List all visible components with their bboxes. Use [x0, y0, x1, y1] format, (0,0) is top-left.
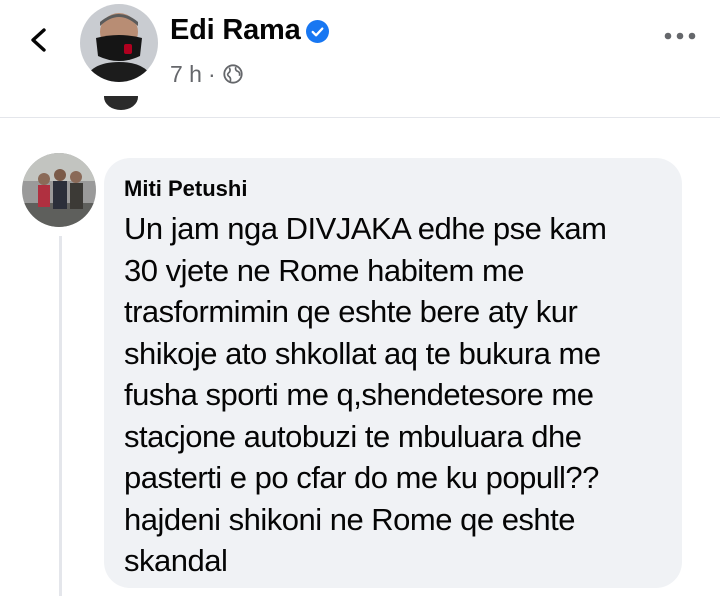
globe-icon — [223, 64, 243, 84]
clipped-reply-text — [152, 96, 512, 109]
post-comment-screen: Edi Rama 7 h · Miti Petushi Un jam nga D… — [0, 0, 720, 596]
more-dots-icon — [664, 32, 696, 40]
post-timestamp[interactable]: 7 h — [170, 61, 202, 88]
post-header: Edi Rama 7 h · — [0, 0, 720, 110]
author-avatar[interactable] — [80, 4, 158, 82]
more-options-button[interactable] — [660, 26, 700, 46]
chevron-left-icon — [31, 28, 46, 52]
post-meta: 7 h · — [170, 60, 244, 88]
commenter-name[interactable]: Miti Petushi — [124, 174, 664, 204]
commenter-avatar[interactable] — [22, 153, 96, 227]
post-author-name[interactable]: Edi Rama — [170, 14, 301, 47]
comment-bubble: Miti Petushi Un jam nga DIVJAKA edhe pse… — [104, 158, 682, 588]
thread-line — [59, 236, 62, 596]
comment-text: Un jam nga DIVJAKA edhe pse kam 30 vjete… — [124, 211, 607, 578]
verified-badge-icon — [306, 20, 329, 43]
header-divider — [0, 117, 720, 118]
clipped-reply-indicator — [0, 96, 720, 118]
clipped-avatar — [104, 96, 138, 110]
meta-separator: · — [207, 60, 216, 87]
back-button[interactable] — [22, 22, 58, 58]
